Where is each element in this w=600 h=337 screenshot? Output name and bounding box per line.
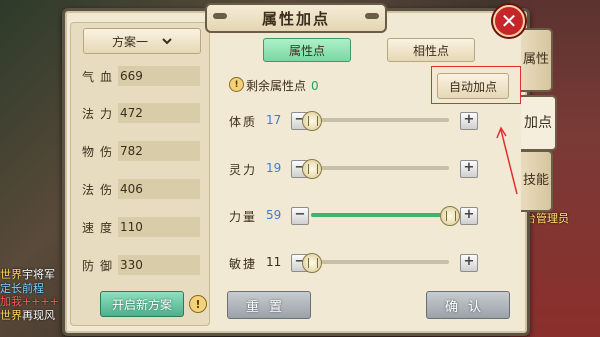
chat-line: 定长前程 xyxy=(0,281,44,295)
stat-defense: 防御 330 xyxy=(82,255,202,275)
plus-button[interactable]: + xyxy=(460,207,478,225)
panel-title: 属性加点 xyxy=(205,3,387,33)
side-tab-attributes[interactable]: 属性 xyxy=(521,28,553,92)
stat-label: 防御 xyxy=(82,259,119,273)
attr-row-spirit: 灵力 19 − + xyxy=(229,159,479,179)
stat-label: 物伤 xyxy=(82,145,119,159)
manager-label: 台管理员 xyxy=(525,212,569,225)
remaining-value: 0 xyxy=(311,79,319,93)
attr-value: 59 xyxy=(266,208,282,222)
side-tab-label: 加点 xyxy=(524,115,552,131)
stat-speed: 速度 110 xyxy=(82,217,202,237)
attr-slider-track[interactable] xyxy=(311,206,460,226)
plus-button[interactable]: + xyxy=(460,112,478,130)
attr-row-agility: 敏捷 11 − + xyxy=(229,253,479,273)
stat-value: 782 xyxy=(118,141,200,161)
attr-slider-track[interactable] xyxy=(302,253,449,273)
attr-slider-fill xyxy=(311,213,449,217)
chevron-down-icon xyxy=(162,34,172,48)
plus-button[interactable]: + xyxy=(460,160,478,178)
attr-slider-track[interactable] xyxy=(302,159,449,179)
chat-line: 世界再现风 xyxy=(0,308,55,322)
red-arrow-annotation xyxy=(496,126,518,195)
attr-value: 19 xyxy=(266,161,282,175)
scheme-selected: 方案一 xyxy=(111,34,148,49)
side-tab-skills[interactable]: 技能 xyxy=(521,150,553,212)
slider-thumb[interactable] xyxy=(302,159,322,179)
attr-label: 敏捷 xyxy=(229,257,258,271)
chat-line: 加我++++ xyxy=(0,295,59,308)
info-icon: ! xyxy=(229,77,244,92)
side-tab-label: 技能 xyxy=(522,173,549,188)
minus-button[interactable]: − xyxy=(291,207,309,225)
side-tab-add-points[interactable]: 加点 xyxy=(521,95,557,151)
stat-label: 法伤 xyxy=(82,183,119,197)
attr-label: 体质 xyxy=(229,115,258,129)
remaining-points: 剩余属性点 0 xyxy=(246,77,319,94)
attr-row-constitution: 体质 17 − + xyxy=(229,111,479,131)
reset-button[interactable]: 重置 xyxy=(227,291,311,319)
stat-hp: 气血 669 xyxy=(82,66,202,86)
close-button[interactable]: ✕ xyxy=(493,5,525,37)
stat-label: 速度 xyxy=(82,221,119,235)
slider-thumb[interactable] xyxy=(302,253,322,273)
stat-value: 669 xyxy=(118,66,200,86)
chat-feed: 世界宇将军 定长前程 加我++++ 世界再现风 xyxy=(0,268,70,322)
info-icon[interactable]: ! xyxy=(189,295,207,313)
slider-thumb[interactable] xyxy=(302,111,322,131)
confirm-button[interactable]: 确认 xyxy=(426,291,510,319)
new-plan-button[interactable]: 开启新方案 xyxy=(100,291,184,317)
tab-affinity-points[interactable]: 相性点 xyxy=(387,38,475,62)
stat-value: 330 xyxy=(118,255,200,275)
attr-slider-track[interactable] xyxy=(302,111,449,131)
tab-attribute-points[interactable]: 属性点 xyxy=(263,38,351,62)
attr-value: 17 xyxy=(266,113,282,127)
chat-line: 世界宇将军 xyxy=(0,268,55,281)
stat-magic-dmg: 法伤 406 xyxy=(82,179,202,199)
auto-add-button[interactable]: 自动加点 xyxy=(437,73,509,99)
stat-label: 气血 xyxy=(82,70,119,84)
side-tab-label: 属性 xyxy=(522,52,549,67)
attr-row-strength: 力量 59 − + xyxy=(229,206,479,226)
attr-label: 力量 xyxy=(229,210,258,224)
plus-button[interactable]: + xyxy=(460,254,478,272)
stat-phys-dmg: 物伤 782 xyxy=(82,141,202,161)
remaining-label: 剩余属性点 xyxy=(246,79,307,93)
slider-thumb[interactable] xyxy=(440,206,460,226)
attr-label: 灵力 xyxy=(229,163,258,177)
stat-value: 110 xyxy=(118,217,200,237)
stat-mana: 法力 472 xyxy=(82,103,202,123)
stat-label: 法力 xyxy=(82,107,119,121)
attr-value: 11 xyxy=(266,255,282,269)
stat-value: 406 xyxy=(118,179,200,199)
stat-value: 472 xyxy=(118,103,200,123)
scheme-dropdown[interactable]: 方案一 xyxy=(83,28,201,54)
